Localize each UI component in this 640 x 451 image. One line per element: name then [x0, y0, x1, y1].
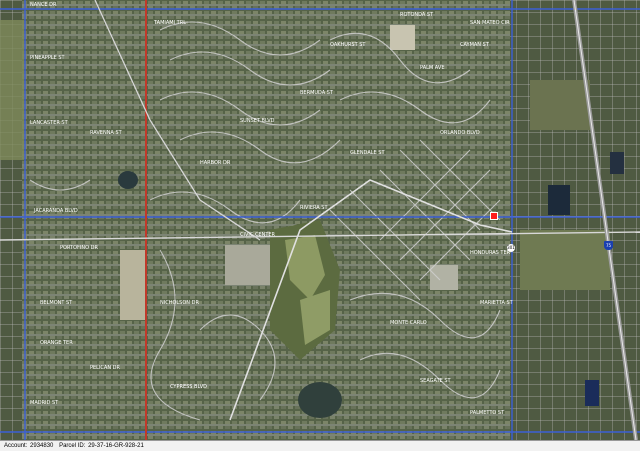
- road-label: BERMUDA ST: [300, 90, 334, 96]
- road-label: PINEAPPLE ST: [30, 55, 65, 61]
- commercial-lot: [120, 250, 145, 320]
- road-label: SEAGATE ST: [420, 378, 451, 384]
- parcel-value: 29-37-16-GR-928-21: [88, 443, 144, 449]
- map-canvas: [0, 0, 640, 440]
- road-label: JACARANDA BLVD: [34, 208, 78, 214]
- open-field: [0, 20, 24, 160]
- road-label: MARIETTA ST: [480, 300, 513, 306]
- road-label: SUNSET BLVD: [240, 118, 275, 124]
- road-label: PORTOFINO DR: [60, 245, 98, 251]
- lake: [610, 152, 624, 174]
- parcel-marker-icon[interactable]: [490, 212, 498, 220]
- road-label: TAMIAMI TRL: [154, 20, 186, 26]
- road-label: HONDURAS TER: [470, 250, 511, 256]
- road-label: NANCE DR: [30, 2, 57, 8]
- commercial-lot: [390, 25, 415, 50]
- road-label: SAN MATEO CIR: [470, 20, 510, 26]
- lake: [585, 380, 599, 406]
- road-label: GLENDALE ST: [350, 150, 385, 156]
- road-label: CYPRESS BLVD: [170, 384, 207, 390]
- pond: [118, 171, 138, 189]
- road-label: PALM AVE: [420, 65, 445, 71]
- road-label: RAVENNA ST: [90, 130, 122, 136]
- lake: [548, 185, 570, 215]
- route-shield-icon: 301: [507, 244, 515, 252]
- road-label: MADRID ST: [30, 400, 59, 406]
- road-label: LANCASTER ST: [30, 120, 68, 126]
- wooded-area: [530, 80, 590, 130]
- interstate-shield-icon: 75: [604, 241, 613, 250]
- road-label: ORLANDO BLVD: [440, 130, 480, 136]
- account-value: 2934830: [30, 443, 54, 449]
- aerial-map[interactable]: NANCE DR ROTONDA ST SAN MATEO CIR PINEAP…: [0, 0, 640, 440]
- shopping-plaza: [225, 245, 270, 285]
- road-label: NICHOLSON DR: [160, 300, 199, 306]
- road-label: ORANGE TER: [40, 340, 73, 346]
- commercial-lot: [430, 265, 458, 290]
- east-grid-area: [510, 0, 640, 440]
- pond: [298, 382, 342, 418]
- road-label: PELICAN DR: [90, 365, 120, 371]
- road-label: ROTONDA ST: [400, 12, 434, 18]
- account-label: Account: [4, 443, 26, 449]
- road-label: MONTE CARLO: [390, 320, 427, 326]
- road-label: PALMETTO ST: [470, 410, 505, 416]
- road-label: BELMONT ST: [40, 300, 73, 306]
- road-label: CIVIC CENTER: [240, 232, 276, 238]
- road-label: RIVIERA ST: [300, 205, 328, 211]
- parcel-label: Parcel ID: [59, 443, 84, 449]
- wooded-area: [520, 230, 610, 290]
- road-label: HARBOR DR: [200, 160, 231, 166]
- road-label: CAYMAN ST: [460, 42, 489, 48]
- road-label: OAKHURST ST: [330, 42, 366, 48]
- status-footer: Account: 2934830 Parcel ID: 29-37-16-GR-…: [0, 440, 640, 451]
